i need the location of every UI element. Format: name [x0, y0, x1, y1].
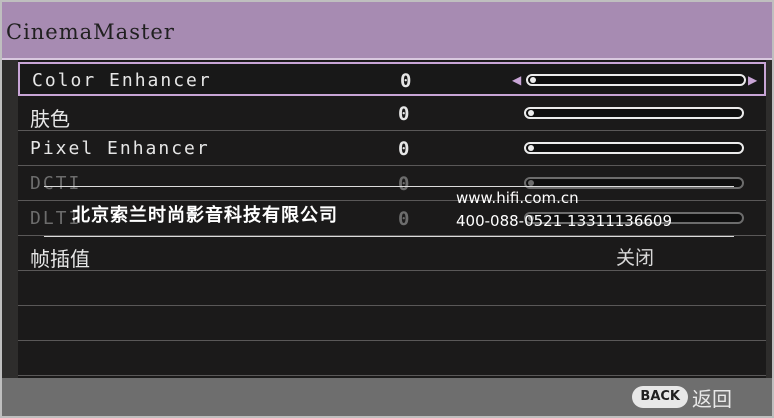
osd-menu-window: CinemaMaster Color Enhancer 0 ◀ ▶ 肤色 0 P… — [0, 0, 774, 418]
row-value: 0 — [398, 138, 410, 160]
slider-knob[interactable] — [528, 110, 534, 116]
footer-bar: BACK 返回 — [2, 378, 772, 416]
pixel-enhancer-slider[interactable] — [524, 142, 744, 154]
row-dlti[interactable]: DLTI 0 — [18, 202, 766, 236]
dlti-slider[interactable] — [524, 212, 744, 224]
slider-knob[interactable] — [528, 180, 534, 186]
slider-knob[interactable] — [528, 215, 534, 221]
back-button[interactable]: BACK — [632, 386, 688, 408]
settings-list: Color Enhancer 0 ◀ ▶ 肤色 0 Pixel Enhancer… — [18, 60, 766, 378]
row-value: 0 — [398, 103, 410, 125]
title-bar: CinemaMaster — [2, 2, 772, 60]
row-color-enhancer[interactable]: Color Enhancer 0 ◀ ▶ — [18, 62, 766, 96]
slider-knob[interactable] — [530, 77, 536, 83]
row-value: 关闭 — [615, 247, 654, 269]
menu-title: CinemaMaster — [6, 20, 175, 44]
row-label: DLTI — [30, 208, 82, 229]
row-label: Pixel Enhancer — [30, 138, 210, 159]
row-label: Color Enhancer — [32, 70, 212, 91]
row-value: 0 — [400, 70, 412, 92]
arrow-left-icon[interactable]: ◀ — [512, 73, 521, 87]
dcti-slider[interactable] — [524, 177, 744, 189]
row-dcti[interactable]: DCTI 0 — [18, 167, 766, 201]
skin-tone-slider[interactable] — [524, 107, 744, 119]
empty-row — [18, 307, 766, 341]
row-label: DCTI — [30, 173, 82, 194]
row-value: 0 — [398, 173, 410, 195]
row-label: 肤色 — [30, 107, 70, 131]
empty-row — [18, 342, 766, 376]
color-enhancer-slider[interactable] — [526, 74, 746, 86]
row-pixel-enhancer[interactable]: Pixel Enhancer 0 — [18, 132, 766, 166]
slider-knob[interactable] — [528, 145, 534, 151]
back-label: 返回 — [692, 387, 732, 411]
row-skin-tone[interactable]: 肤色 0 — [18, 97, 766, 131]
row-label: 帧插值 — [30, 247, 90, 271]
row-value: 0 — [398, 208, 410, 230]
arrow-right-icon[interactable]: ▶ — [748, 73, 757, 87]
row-frame-interpolation[interactable]: 帧插值 关闭 — [18, 237, 766, 271]
empty-row — [18, 272, 766, 306]
